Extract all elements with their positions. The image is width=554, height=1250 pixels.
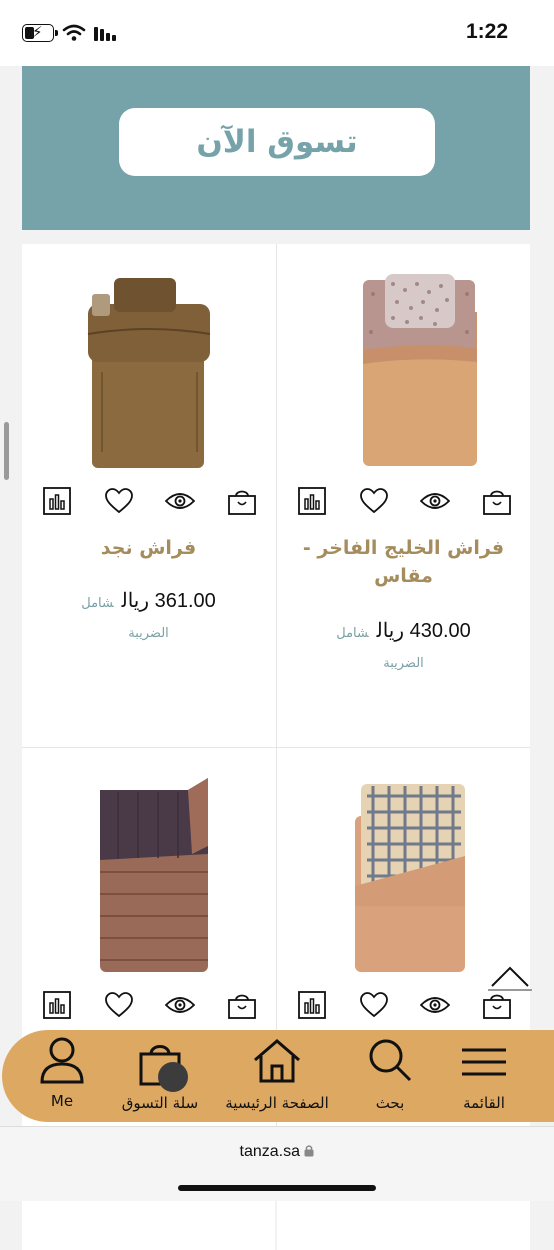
shopping-bag-icon[interactable] — [227, 990, 257, 1020]
bottom-nav: القائمة بحث الصفحة الرئيسية سلة التسوق M… — [2, 1030, 554, 1122]
home-icon — [254, 1039, 300, 1083]
shopping-bag-icon[interactable] — [482, 486, 512, 516]
tax-included-label: شامل — [81, 596, 114, 611]
hero-banner: تسوق الآن — [22, 66, 530, 230]
nav-home[interactable]: الصفحة الرئيسية — [212, 1034, 342, 1118]
lock-icon — [304, 1145, 314, 1157]
scrollbar[interactable] — [4, 422, 9, 480]
product-image[interactable] — [72, 776, 227, 976]
nav-me[interactable]: Me — [32, 1034, 92, 1118]
nav-search-label: بحث — [375, 1094, 405, 1112]
product-actions — [42, 990, 257, 1020]
hamburger-menu-icon — [462, 1048, 506, 1076]
nav-menu-label: القائمة — [463, 1094, 505, 1112]
compare-icon[interactable] — [42, 990, 72, 1020]
heart-icon[interactable] — [359, 990, 389, 1020]
nav-me-label: Me — [50, 1092, 74, 1110]
tax-label: الضريبة — [128, 626, 169, 641]
product-price: 430.00 ريال — [376, 620, 471, 642]
nav-menu[interactable]: القائمة — [442, 1034, 526, 1118]
battery-charging-icon: ⚡ — [22, 23, 58, 42]
cellular-signal-icon — [94, 27, 116, 41]
cart-badge — [158, 1062, 188, 1092]
status-time: 1:22 — [465, 20, 508, 43]
product-card[interactable]: فراش نجد 361.00 ريال شامل الضريبة — [22, 244, 275, 746]
tax-label: الضريبة — [383, 656, 424, 671]
heart-icon[interactable] — [104, 990, 134, 1020]
product-actions — [42, 486, 257, 516]
url-text: tanza.sa — [239, 1143, 301, 1160]
product-name[interactable]: فراش نجد — [32, 534, 265, 562]
url-display[interactable]: tanza.sa — [0, 1143, 554, 1161]
compare-icon[interactable] — [297, 486, 327, 516]
wifi-icon — [62, 24, 86, 41]
product-card[interactable]: فراش الخليج الفاخر - مقاس 430.00 ريال شام… — [277, 244, 530, 746]
status-icons: ⚡ — [22, 23, 118, 42]
scroll-to-top-icon[interactable] — [488, 962, 532, 992]
home-indicator[interactable] — [178, 1185, 376, 1191]
heart-icon[interactable] — [359, 486, 389, 516]
nav-cart-label: سلة التسوق — [121, 1094, 199, 1112]
status-bar: ⚡ 1:22 — [0, 0, 554, 67]
nav-home-label: الصفحة الرئيسية — [225, 1094, 329, 1112]
heart-icon[interactable] — [104, 486, 134, 516]
user-icon — [40, 1037, 84, 1084]
product-price: 361.00 ريال — [121, 590, 216, 612]
product-actions — [297, 486, 512, 516]
price-row: 430.00 ريال شامل — [277, 618, 530, 643]
eye-icon[interactable] — [165, 990, 196, 1020]
nav-search[interactable]: بحث — [352, 1034, 428, 1118]
product-grid: فراش الخليج الفاخر - مقاس 430.00 ريال شام… — [22, 244, 530, 1250]
eye-icon[interactable] — [420, 486, 451, 516]
shopping-bag-icon[interactable] — [227, 486, 257, 516]
product-name[interactable]: فراش الخليج الفاخر - مقاس — [287, 534, 520, 590]
compare-icon[interactable] — [42, 486, 72, 516]
compare-icon[interactable] — [297, 990, 327, 1020]
eye-icon[interactable] — [165, 486, 196, 516]
tax-included-label: شامل — [336, 626, 369, 641]
price-row: 361.00 ريال شامل — [22, 588, 275, 613]
eye-icon[interactable] — [420, 990, 451, 1020]
shop-now-button[interactable]: تسوق الآن — [119, 108, 435, 176]
product-image[interactable] — [327, 272, 482, 472]
product-actions — [297, 990, 512, 1020]
product-image[interactable] — [72, 272, 227, 472]
browser-bar: tanza.sa — [0, 1126, 554, 1201]
shopping-bag-icon[interactable] — [482, 990, 512, 1020]
page-content: تسوق الآن فراش الخليج الفاخر - مقاس 430.… — [0, 66, 554, 1250]
search-icon — [369, 1039, 412, 1082]
product-image[interactable] — [327, 776, 482, 976]
